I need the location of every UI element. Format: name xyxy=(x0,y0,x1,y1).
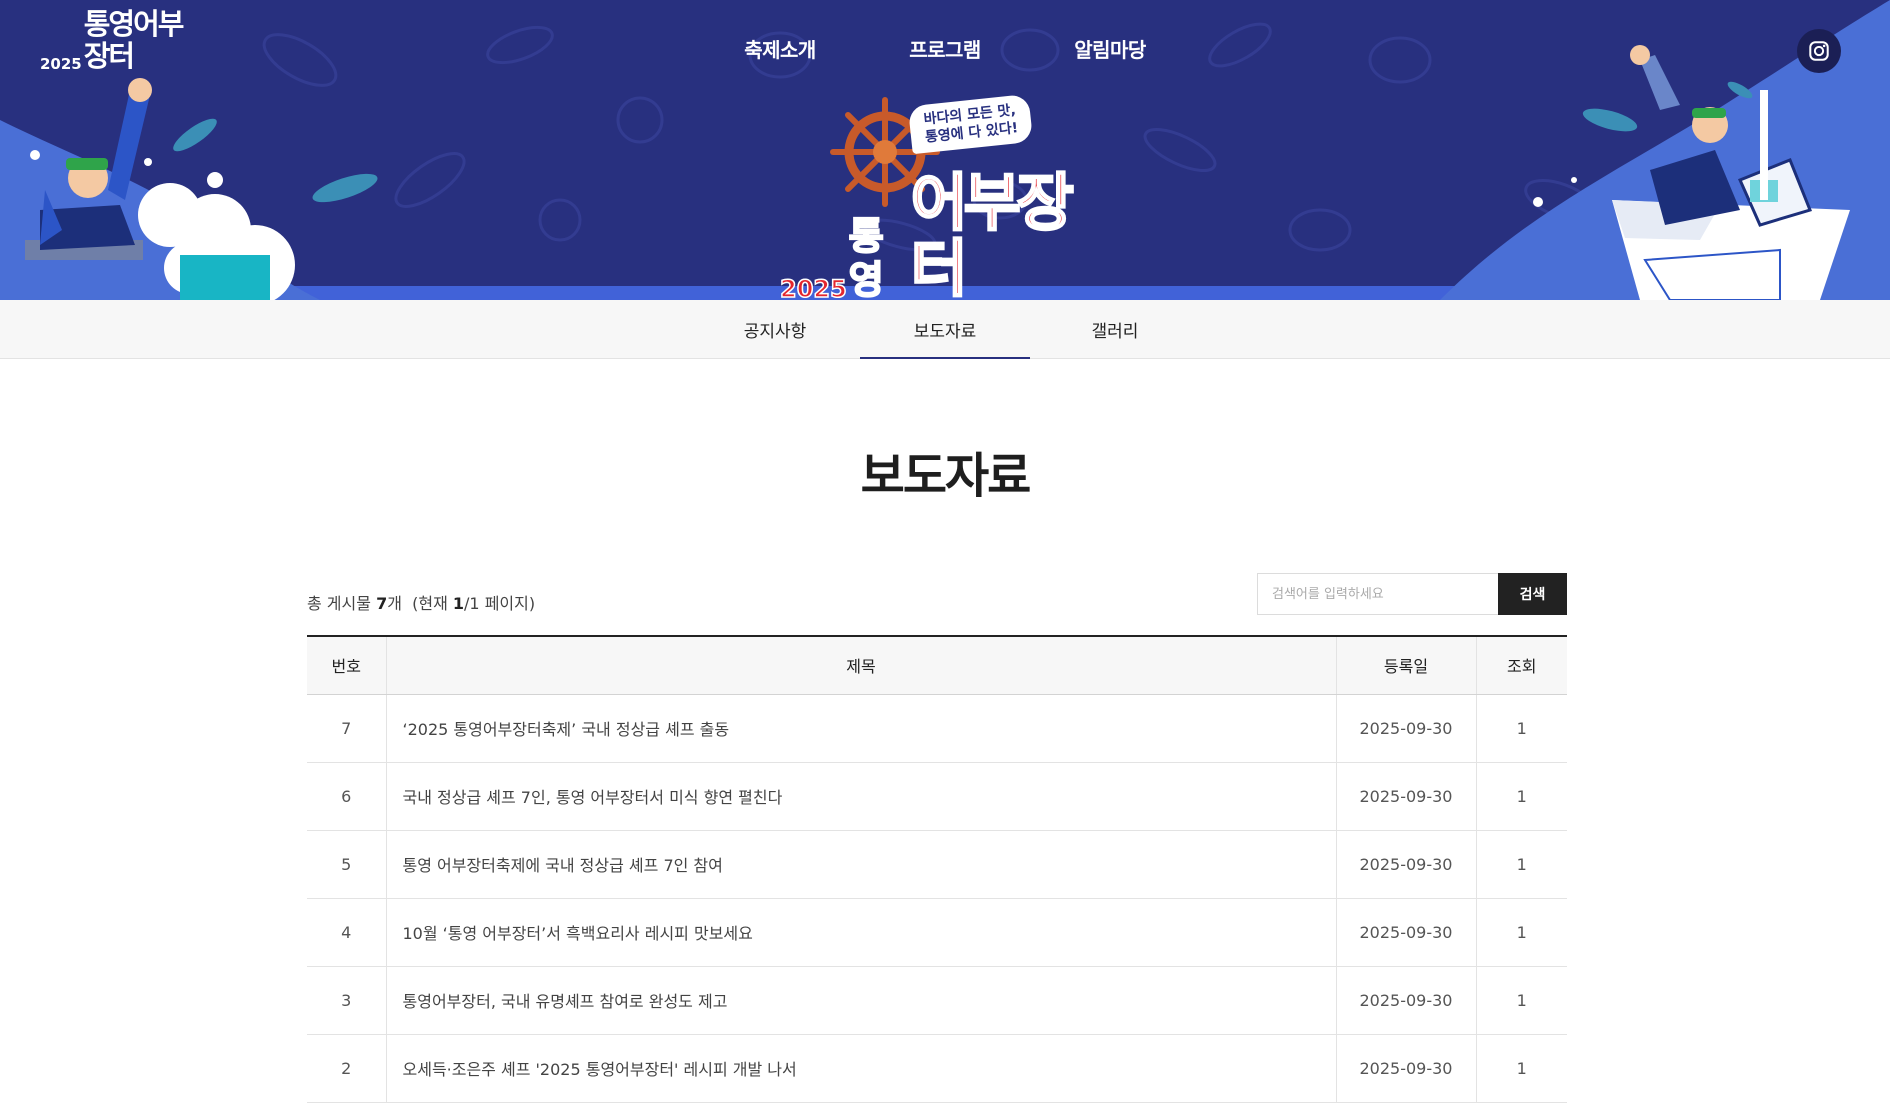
table-row[interactable]: 3 통영어부장터, 국내 유명셰프 참여로 완성도 제고 2025-09-30 … xyxy=(307,966,1567,1035)
sub-nav: 공지사항 보도자료 갤러리 xyxy=(0,300,1890,359)
search-input[interactable] xyxy=(1257,573,1498,615)
header-title: 제목 xyxy=(386,636,1337,695)
info-prefix: 총 게시물 xyxy=(307,594,371,613)
row-title-link[interactable]: 통영 어부장터축제에 국내 정상급 셰프 7인 참여 xyxy=(403,856,723,875)
row-views: 1 xyxy=(1476,966,1567,1035)
row-number: 3 xyxy=(307,966,387,1035)
hero-header: 2025 통영 어부장터 축제소개 프로그램 알림마당 바다의 모든 맛, 통영에… xyxy=(0,0,1890,300)
table-header-row: 번호 제목 등록일 조회 xyxy=(307,636,1567,695)
press-release-table: 번호 제목 등록일 조회 7 ‘2025 통영어부장터축제’ 국내 정상급 셰프… xyxy=(307,635,1567,1103)
search-form: 검색 xyxy=(1257,573,1567,615)
row-title-link[interactable]: 오세득·조은주 셰프 '2025 통영어부장터' 레시피 개발 나서 xyxy=(403,1060,797,1079)
row-title-link[interactable]: 10월 ‘통영 어부장터’서 흑백요리사 레시피 맛보세요 xyxy=(403,924,753,943)
row-number: 7 xyxy=(307,694,387,763)
row-views: 1 xyxy=(1476,1034,1567,1103)
nav-program[interactable]: 프로그램 xyxy=(863,34,1028,63)
table-row[interactable]: 5 통영 어부장터축제에 국내 정상급 셰프 7인 참여 2025-09-30 … xyxy=(307,830,1567,899)
subnav-gallery[interactable]: 갤러리 xyxy=(1030,300,1200,358)
nav-notice-board[interactable]: 알림마당 xyxy=(1028,34,1193,63)
info-count-suffix: 개 xyxy=(387,594,402,613)
row-title-link[interactable]: 국내 정상급 셰프 7인, 통영 어부장터서 미식 향연 펼친다 xyxy=(403,788,783,807)
subnav-notice[interactable]: 공지사항 xyxy=(690,300,860,358)
row-views: 1 xyxy=(1476,694,1567,763)
festival-title: 2025 통영 어부장터 xyxy=(779,166,1110,300)
info-page-suffix: /1 페이지) xyxy=(464,594,536,613)
festival-year: 2025 xyxy=(779,275,847,300)
row-date: 2025-09-30 xyxy=(1336,830,1477,899)
page-title: 보도자료 xyxy=(860,448,1032,504)
row-views: 1 xyxy=(1476,762,1567,831)
festival-badge: 바다의 모든 맛, 통영에 다 있다! 2025 통영 어부장터 xyxy=(779,92,1110,300)
row-title-link[interactable]: ‘2025 통영어부장터축제’ 국내 정상급 셰프 출동 xyxy=(403,720,730,739)
total-count: 7 xyxy=(376,594,388,613)
instagram-icon xyxy=(1809,41,1829,61)
row-views: 1 xyxy=(1476,898,1567,967)
festival-name: 어부장터 xyxy=(909,166,1075,300)
board-count-info: 총 게시물 7개 (현재 1/1 페이지) xyxy=(307,590,535,614)
table-row[interactable]: 7 ‘2025 통영어부장터축제’ 국내 정상급 셰프 출동 2025-09-3… xyxy=(307,694,1567,763)
row-date: 2025-09-30 xyxy=(1336,1034,1477,1103)
nav-festival-intro[interactable]: 축제소개 xyxy=(698,34,863,63)
info-page-prefix: (현재 xyxy=(412,594,448,613)
row-title-link[interactable]: 통영어부장터, 국내 유명셰프 참여로 완성도 제고 xyxy=(403,992,728,1011)
row-views: 1 xyxy=(1476,830,1567,899)
slogan-bubble: 바다의 모든 맛, 통영에 다 있다! xyxy=(907,93,1034,155)
table-row[interactable]: 4 10월 ‘통영 어부장터’서 흑백요리사 레시피 맛보세요 2025-09-… xyxy=(307,898,1567,967)
table-row[interactable]: 2 오세득·조은주 셰프 '2025 통영어부장터' 레시피 개발 나서 202… xyxy=(307,1034,1567,1103)
row-date: 2025-09-30 xyxy=(1336,966,1477,1035)
row-date: 2025-09-30 xyxy=(1336,762,1477,831)
subnav-press-release[interactable]: 보도자료 xyxy=(860,300,1030,359)
row-number: 4 xyxy=(307,898,387,967)
row-date: 2025-09-30 xyxy=(1336,898,1477,967)
festival-city: 통영 xyxy=(848,213,885,300)
current-page: 1 xyxy=(452,594,465,613)
instagram-button[interactable] xyxy=(1797,29,1841,73)
row-date: 2025-09-30 xyxy=(1336,694,1477,763)
header-views: 조회 xyxy=(1476,636,1567,695)
header-date: 등록일 xyxy=(1336,636,1477,695)
table-row[interactable]: 6 국내 정상급 셰프 7인, 통영 어부장터서 미식 향연 펼친다 2025-… xyxy=(307,762,1567,831)
header-number: 번호 xyxy=(307,636,387,695)
row-number: 5 xyxy=(307,830,387,899)
row-number: 2 xyxy=(307,1034,387,1103)
main-nav: 축제소개 프로그램 알림마당 xyxy=(0,34,1890,63)
search-button[interactable]: 검색 xyxy=(1498,573,1567,615)
row-number: 6 xyxy=(307,762,387,831)
